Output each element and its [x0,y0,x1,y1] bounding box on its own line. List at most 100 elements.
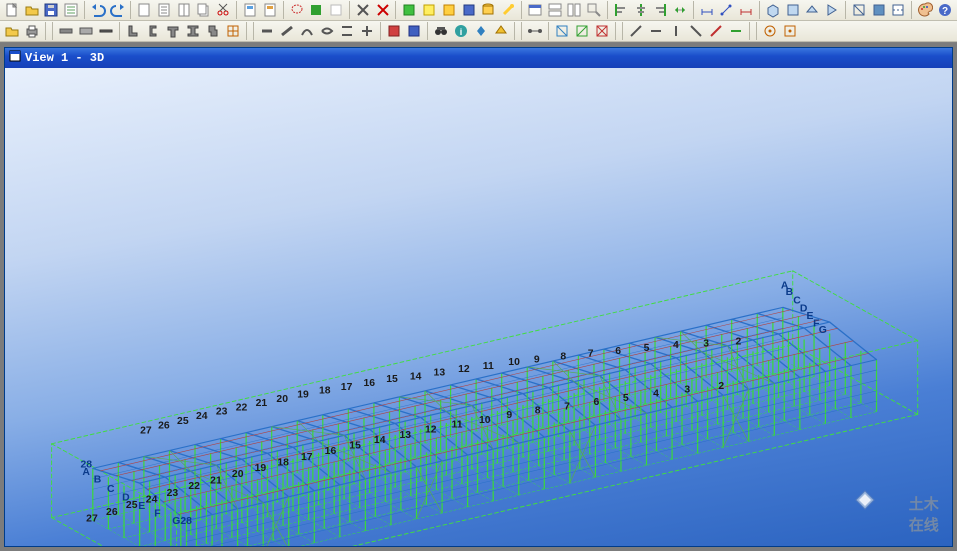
box-highlight1-button[interactable] [419,0,439,20]
tile-v-button[interactable] [564,0,584,20]
grid-label: 23 [167,488,179,499]
info-teal-button[interactable]: i [451,21,471,41]
zoom-window-button[interactable] [584,0,604,20]
render-wire-button[interactable] [849,0,869,20]
conn5-button[interactable] [337,21,357,41]
color-swatch-icon [308,2,324,18]
page-button[interactable] [134,0,154,20]
watermark: 土木在线 [854,489,942,538]
new-file-icon [4,2,20,18]
page-columns-button[interactable] [174,0,194,20]
cut-red-button[interactable] [373,0,393,20]
align-h-button[interactable] [631,0,651,20]
box-blue-button[interactable] [459,0,479,20]
line4-icon [688,23,704,39]
view-front-button[interactable] [783,0,803,20]
render-hidden-button[interactable] [889,0,909,20]
view-3d-button[interactable] [763,0,783,20]
grid-label: B [94,475,102,486]
dim1-button[interactable] [697,0,717,20]
plot-list-button[interactable] [61,0,81,20]
dim2-button[interactable] [717,0,737,20]
conn4-button[interactable] [317,21,337,41]
align-spread-button[interactable] [670,0,690,20]
grid-label: 18 [277,458,289,469]
toolbar-separator [253,22,254,40]
render-shade-button[interactable] [869,0,889,20]
line1-button[interactable] [626,21,646,41]
grid-label: 4 [673,340,679,351]
viewport-3d[interactable]: 2345678910111213141516171819202122232425… [5,68,952,546]
profile-I-button[interactable] [183,21,203,41]
align-left-button[interactable] [611,0,631,20]
cut-button[interactable] [213,0,233,20]
lasso-button[interactable] [287,0,307,20]
line3-button[interactable] [666,21,686,41]
line4-button[interactable] [686,21,706,41]
grid-label: 24 [196,411,208,422]
profile-C-button[interactable] [143,21,163,41]
open-gold-button[interactable] [2,21,22,41]
grid-label: 20 [276,394,288,405]
help-button[interactable]: ? [935,0,955,20]
grid-label: 16 [363,378,375,389]
blank-button[interactable] [326,0,346,20]
new-file-button[interactable] [2,0,22,20]
tile-h-button[interactable] [545,0,565,20]
open-file-button[interactable] [22,0,42,20]
dim-toggle-button[interactable] [525,21,545,41]
save-button[interactable] [42,0,62,20]
undo-button[interactable] [88,0,108,20]
grid-button[interactable] [223,21,243,41]
copy-special-button[interactable] [194,0,214,20]
box-green-button[interactable] [399,0,419,20]
mask-red-button[interactable] [592,21,612,41]
grid-icon [225,23,241,39]
dim-red-button[interactable] [736,0,756,20]
beam3-button[interactable] [96,21,116,41]
box-blue-icon [461,2,477,18]
up-yellow-button[interactable] [491,21,511,41]
db-yellow-button[interactable] [478,0,498,20]
toolbar-separator [521,22,522,40]
view-right-button[interactable] [822,0,842,20]
conn2-button[interactable] [277,21,297,41]
beam1-button[interactable] [56,21,76,41]
align-right-button[interactable] [650,0,670,20]
conn6-button[interactable] [357,21,377,41]
grid-label: 13 [399,430,411,441]
color-swatch-button[interactable] [306,0,326,20]
sort-button[interactable] [471,21,491,41]
snap2-button[interactable] [780,21,800,41]
profile-Z-button[interactable] [203,21,223,41]
line6-button[interactable] [726,21,746,41]
plate-blue-button[interactable] [404,21,424,41]
profile-L-button[interactable] [123,21,143,41]
mask2-button[interactable] [572,21,592,41]
beam2-button[interactable] [76,21,96,41]
view-titlebar[interactable]: View 1 - 3D [5,48,952,68]
conn1-button[interactable] [257,21,277,41]
view-top-button[interactable] [803,0,823,20]
palette-button[interactable] [915,0,935,20]
line2-button[interactable] [646,21,666,41]
mask1-button[interactable] [552,21,572,41]
window-fit-button[interactable] [525,0,545,20]
tool-yellow-button[interactable] [498,0,518,20]
box-highlight2-button[interactable] [439,0,459,20]
report1-button[interactable] [240,0,260,20]
scissors-button[interactable] [353,0,373,20]
plate-red-button[interactable] [384,21,404,41]
conn3-button[interactable] [297,21,317,41]
print-button[interactable] [22,21,42,41]
report2-button[interactable] [260,0,280,20]
conn3-icon [299,23,315,39]
binoculars-button[interactable] [431,21,451,41]
profile-T-button[interactable] [163,21,183,41]
snap1-button[interactable] [760,21,780,41]
redo-button[interactable] [108,0,128,20]
render-shade-icon [871,2,887,18]
line5-button[interactable] [706,21,726,41]
conn5-icon [339,23,355,39]
page-lines-button[interactable] [154,0,174,20]
